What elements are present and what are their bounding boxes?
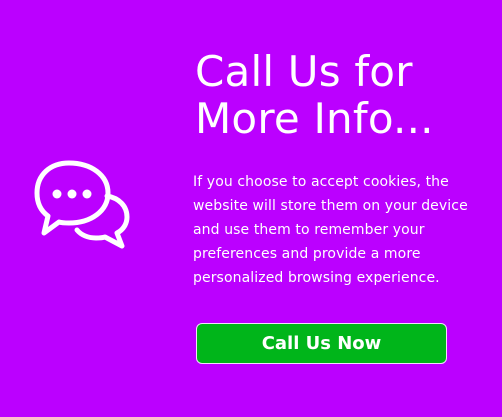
- banner-title: Call Us for More Info...: [195, 47, 434, 143]
- cookie-description: If you choose to accept cookies, the web…: [193, 174, 468, 286]
- chat-bubbles-icon: [34, 160, 130, 249]
- call-us-banner: Call Us for More Info... If you choose t…: [0, 0, 502, 417]
- call-us-now-button[interactable]: Call Us Now: [196, 323, 447, 364]
